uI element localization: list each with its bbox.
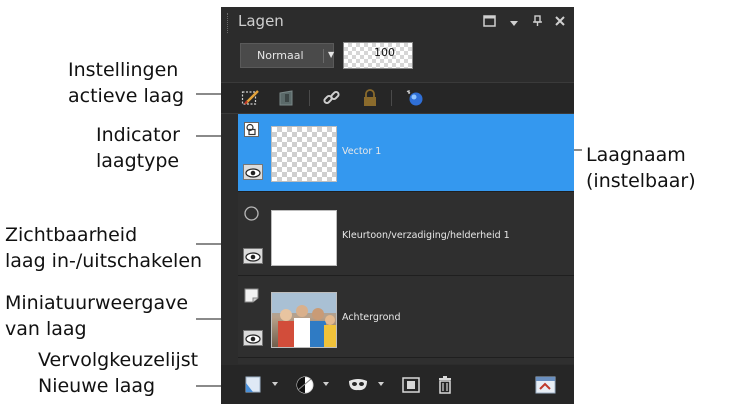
- visibility-toggle-eye-icon[interactable]: [243, 248, 263, 264]
- lock-icon[interactable]: [360, 89, 380, 107]
- menu-arrow-icon[interactable]: [509, 17, 519, 31]
- toolbar-separator: [391, 90, 392, 106]
- pin-icon[interactable]: [531, 15, 543, 31]
- blend-mode-dropdown[interactable]: Normaal ▼: [240, 43, 334, 68]
- new-layer-icon[interactable]: [244, 375, 264, 395]
- annotation-settings: Instellingen actieve laag: [68, 57, 184, 109]
- annotation-layer-type: Indicator laagtype: [96, 122, 180, 174]
- annotation-settings-line2: actieve laag: [68, 85, 185, 107]
- visibility-toggle-eye-icon[interactable]: [243, 330, 263, 346]
- delete-icon[interactable]: [436, 375, 454, 395]
- mask-icon[interactable]: [277, 89, 297, 107]
- restore-icon[interactable]: [483, 15, 497, 31]
- annotation-new-layer: Vervolgkeuzelijst Nieuwe laag: [38, 347, 198, 399]
- layer-row[interactable]: Achtergrond: [238, 280, 574, 358]
- chevron-down-icon[interactable]: [378, 382, 384, 386]
- annotation-thumbnail-line2: van laag: [5, 318, 87, 340]
- new-adjustment-icon[interactable]: [295, 375, 315, 395]
- opacity-field[interactable]: 100: [343, 42, 413, 69]
- visibility-toggle-eye-icon[interactable]: [243, 164, 263, 180]
- layer-toolbar: [221, 82, 574, 114]
- layer-thumbnail-photo[interactable]: [271, 292, 337, 348]
- panel-title: Lagen: [238, 12, 284, 30]
- close-icon[interactable]: [554, 15, 566, 31]
- layers-panel: Lagen Normaal ▼ 100 Vector 1 Kleurtoon/v…: [221, 7, 574, 404]
- raster-layer-icon: [244, 288, 259, 303]
- layer-row[interactable]: Vector 1: [238, 114, 574, 192]
- link-icon[interactable]: [322, 89, 342, 107]
- layer-bottom-toolbar: [221, 365, 574, 404]
- annotation-name-line1: Laagnaam: [586, 144, 686, 166]
- layer-name[interactable]: Vector 1: [342, 146, 381, 157]
- annotation-thumbnail-line1: Miniatuurweergave: [5, 292, 189, 314]
- annotation-visibility-line2: laag in-/uitschakelen: [5, 250, 203, 272]
- layer-list: Vector 1 Kleurtoon/verzadiging/helderhei…: [238, 114, 574, 364]
- vector-layer-icon: [244, 122, 259, 137]
- annotation-type-line2: laagtype: [96, 150, 180, 172]
- layer-settings-icon[interactable]: [241, 89, 261, 107]
- chevron-down-icon: ▼: [328, 50, 335, 59]
- adjustment-layer-icon: [244, 206, 259, 221]
- blend-mode-value: Normaal: [257, 49, 304, 62]
- chevron-down-icon[interactable]: [272, 382, 278, 386]
- layer-thumbnail[interactable]: [271, 126, 337, 182]
- annotation-name-line2: (instelbaar): [586, 170, 696, 192]
- layer-name[interactable]: Kleurtoon/verzadiging/helderheid 1: [342, 230, 510, 241]
- annotation-newlayer-line2: Nieuwe laag: [38, 375, 156, 397]
- opacity-value: 100: [374, 46, 395, 59]
- annotation-thumbnail: Miniatuurweergave van laag: [5, 290, 188, 342]
- new-mask-icon[interactable]: [347, 375, 369, 395]
- annotation-visibility: Zichtbaarheid laag in-/uitschakelen: [5, 222, 202, 274]
- chevron-down-icon[interactable]: [323, 382, 329, 386]
- annotation-type-line1: Indicator: [96, 124, 180, 146]
- toolbar-separator: [309, 90, 310, 106]
- dropdown-divider: [323, 49, 324, 63]
- annotation-layer-name: Laagnaam (instelbaar): [586, 142, 696, 194]
- layer-thumbnail[interactable]: [271, 210, 337, 266]
- layer-name[interactable]: Achtergrond: [342, 312, 400, 323]
- annotation-settings-line1: Instellingen: [68, 59, 179, 81]
- effects-sphere-icon[interactable]: [405, 89, 425, 107]
- annotation-visibility-line1: Zichtbaarheid: [5, 224, 138, 246]
- layer-row[interactable]: Kleurtoon/verzadiging/helderheid 1: [238, 198, 574, 276]
- layer-properties-icon[interactable]: [535, 375, 557, 395]
- merge-icon[interactable]: [401, 375, 421, 395]
- panel-grip[interactable]: [227, 13, 231, 33]
- annotation-newlayer-line1: Vervolgkeuzelijst: [38, 349, 199, 371]
